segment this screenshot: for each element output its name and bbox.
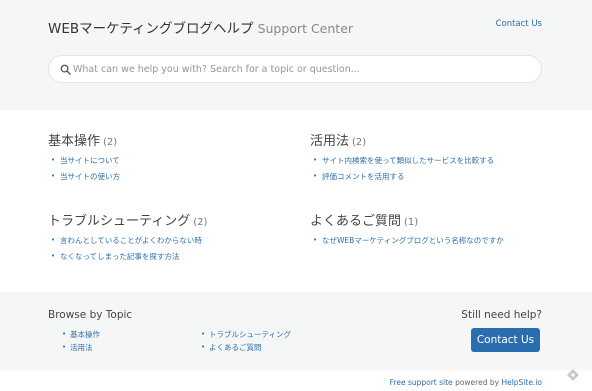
- list-item: 言わんとしていることがよくわからない時: [48, 233, 308, 249]
- site-title[interactable]: WEBマーケティングブログヘルプ Support Center: [48, 17, 353, 37]
- category-count: (2): [103, 137, 118, 148]
- header: WEBマーケティングブログヘルプ Support Center Contact U…: [0, 0, 592, 110]
- search-box[interactable]: [48, 55, 542, 83]
- powered-by-text: powered by: [455, 378, 500, 387]
- list-item: なくなってしまった記事を探す方法: [48, 249, 308, 265]
- article-link[interactable]: 当サイトの使い方: [60, 172, 120, 181]
- category-title-text[interactable]: 活用法: [310, 134, 349, 149]
- list-item: 当サイトについて: [48, 153, 308, 169]
- category-faq: よくあるご質問(1) なぜWEBマーケティングブログという名称なのですか: [310, 210, 570, 249]
- topic-link[interactable]: よくあるご質問: [209, 343, 262, 352]
- search-icon: [60, 64, 71, 75]
- article-link[interactable]: 評価コメントを活用する: [322, 172, 405, 181]
- article-link[interactable]: 当サイトについて: [60, 156, 120, 165]
- category-title-text[interactable]: 基本操作: [48, 134, 100, 149]
- article-list: 当サイトについて 当サイトの使い方: [48, 153, 308, 184]
- topic-link[interactable]: 活用法: [70, 343, 93, 352]
- article-link[interactable]: サイト内検索を使って類似したサービスを比較する: [322, 156, 494, 165]
- category-troubleshooting: トラブルシューティング(2) 言わんとしていることがよくわからない時 なくなって…: [48, 210, 308, 264]
- category-title[interactable]: トラブルシューティング (2): [48, 210, 308, 229]
- tag-icon[interactable]: [566, 368, 580, 382]
- category-count: (2): [193, 217, 208, 228]
- list-item: 活用法: [61, 341, 100, 354]
- category-title[interactable]: 活用法 (2): [310, 130, 570, 149]
- powered-by: Free support site powered by HelpSite.io: [390, 378, 542, 387]
- article-link[interactable]: 言わんとしていることがよくわからない時: [60, 236, 202, 245]
- list-item: よくあるご質問: [200, 341, 291, 354]
- list-item: サイト内検索を使って類似したサービスを比較する: [310, 153, 570, 169]
- topic-list-col1: 基本操作 活用法: [61, 328, 100, 354]
- article-list: なぜWEBマーケティングブログという名称なのですか: [310, 233, 570, 249]
- search-input[interactable]: [73, 56, 533, 82]
- list-item: 評価コメントを活用する: [310, 169, 570, 185]
- topic-list-col2: トラブルシューティング よくあるご質問: [200, 328, 291, 354]
- list-item: 当サイトの使い方: [48, 169, 308, 185]
- category-count: (1): [404, 217, 419, 228]
- header-contact-link[interactable]: Contact Us: [496, 19, 542, 29]
- site-subtitle: Support Center: [257, 21, 354, 36]
- article-link[interactable]: なくなってしまった記事を探す方法: [60, 252, 179, 261]
- category-title[interactable]: 基本操作 (2): [48, 130, 308, 149]
- list-item: 基本操作: [61, 328, 100, 341]
- category-katsuyouhou: 活用法(2) サイト内検索を使って類似したサービスを比較する 評価コメントを活用…: [310, 130, 570, 184]
- category-kihon-sousa: 基本操作(2) 当サイトについて 当サイトの使い方: [48, 130, 308, 184]
- footer: Browse by Topic 基本操作 活用法 トラブルシューティング よくあ…: [0, 292, 592, 370]
- list-item: トラブルシューティング: [200, 328, 291, 341]
- category-title-text[interactable]: トラブルシューティング: [48, 214, 190, 229]
- free-support-site-link[interactable]: Free support site: [390, 378, 453, 387]
- category-title-text[interactable]: よくあるご質問: [310, 214, 401, 229]
- contact-us-button[interactable]: Contact Us: [471, 328, 540, 352]
- topic-link[interactable]: 基本操作: [70, 330, 100, 339]
- site-title-text[interactable]: WEBマーケティングブログヘルプ: [48, 21, 254, 37]
- category-count: (2): [352, 137, 367, 148]
- category-title[interactable]: よくあるご質問 (1): [310, 210, 570, 229]
- article-list: サイト内検索を使って類似したサービスを比較する 評価コメントを活用する: [310, 153, 570, 184]
- article-list: 言わんとしていることがよくわからない時 なくなってしまった記事を探す方法: [48, 233, 308, 264]
- topic-link[interactable]: トラブルシューティング: [209, 330, 291, 339]
- article-link[interactable]: なぜWEBマーケティングブログという名称なのですか: [322, 236, 504, 245]
- still-need-help-text: Still need help?: [461, 309, 542, 321]
- list-item: なぜWEBマーケティングブログという名称なのですか: [310, 233, 570, 249]
- browse-by-topic-title: Browse by Topic: [48, 309, 133, 321]
- helpsite-link[interactable]: HelpSite.io: [501, 378, 542, 387]
